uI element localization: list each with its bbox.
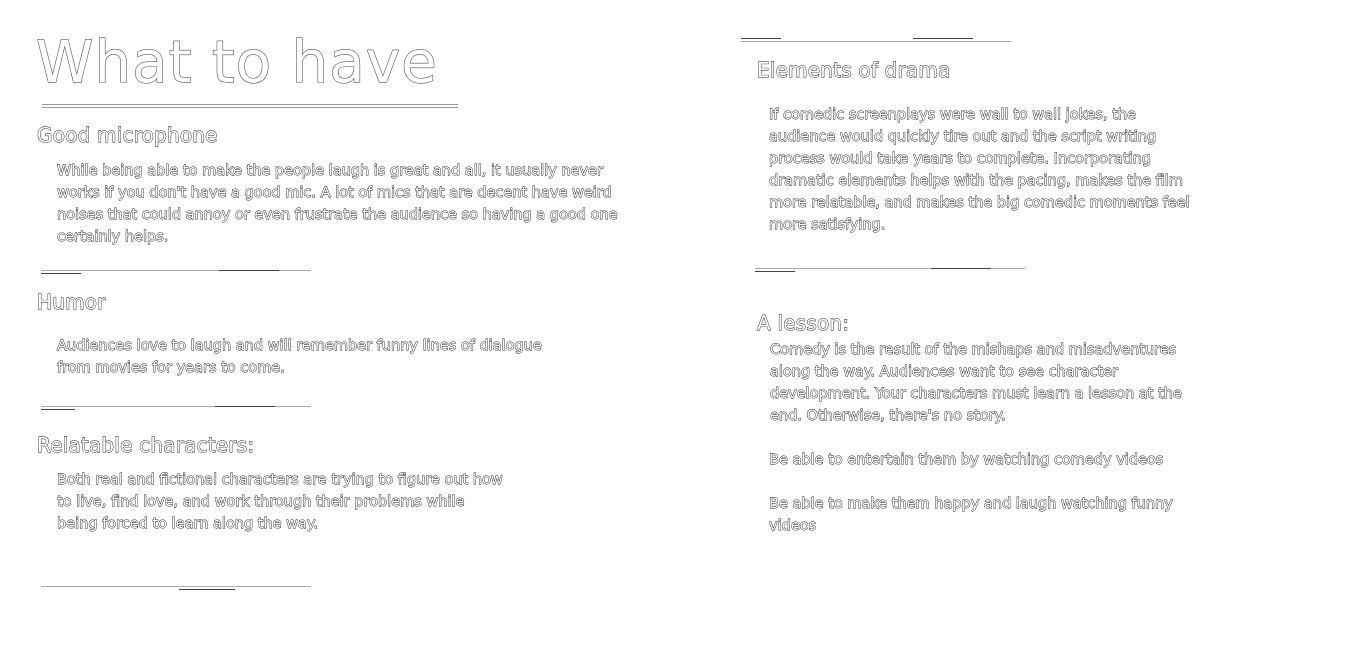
goal-item: Be able to make them happy and laugh wat… — [769, 496, 1174, 535]
section-heading-a-lesson: A lesson: — [757, 311, 850, 336]
section-heading-relatable-characters: Relatable characters: — [37, 433, 255, 458]
goal-item: Be able to entertain them by watching co… — [769, 452, 1164, 469]
title-underline — [42, 104, 458, 110]
section-body-a-lesson: Comedy is the result of the mishaps and … — [770, 342, 1183, 425]
section-heading-good-microphone: Good microphone — [37, 123, 218, 148]
section-divider — [755, 268, 1025, 274]
section-body-elements-of-drama: If comedic screenplays were wall to wall… — [769, 107, 1191, 234]
section-body-relatable-characters: Both real and fictional characters are t… — [57, 472, 504, 533]
page-title: What to have — [35, 27, 438, 96]
section-divider — [41, 406, 311, 412]
section-heading-humor: Humor — [37, 290, 106, 315]
section-body-good-microphone: While being able to make the people laug… — [57, 163, 618, 246]
section-body-humor: Audiences love to laugh and will remembe… — [57, 338, 543, 377]
section-divider — [41, 586, 311, 592]
section-divider — [41, 270, 311, 276]
section-heading-elements-of-drama: Elements of drama — [757, 58, 951, 83]
section-divider — [741, 38, 1011, 44]
